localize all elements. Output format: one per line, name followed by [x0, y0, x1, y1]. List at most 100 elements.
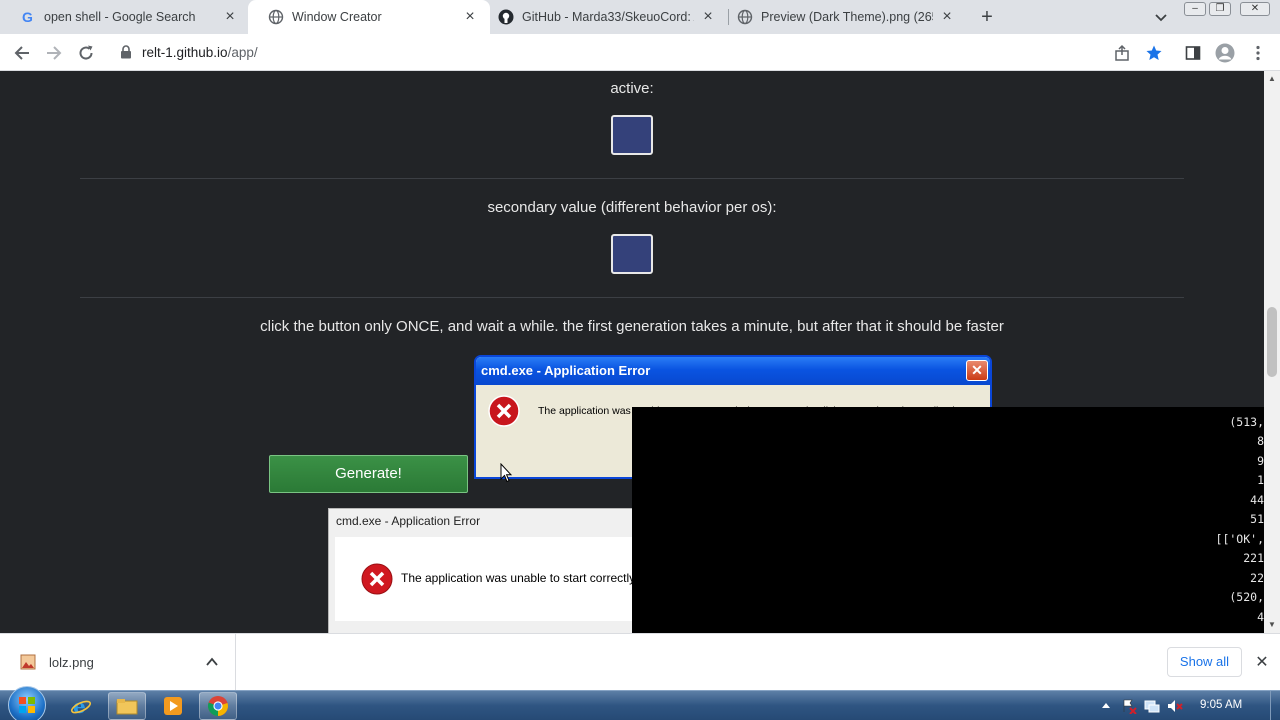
taskbar-explorer[interactable]	[108, 692, 146, 720]
google-icon: G	[20, 9, 36, 25]
bookmark-button[interactable]	[1142, 41, 1166, 65]
dialog-title: cmd.exe - Application Error	[481, 363, 651, 378]
active-label: active:	[610, 80, 654, 97]
tab-title: Preview (Dark Theme).png (2656	[761, 10, 933, 24]
close-icon: ✕	[1250, 3, 1260, 14]
active-color-picker[interactable]	[611, 115, 653, 155]
windows-logo-icon	[19, 697, 35, 713]
console-line: 4	[1257, 610, 1264, 624]
tab-google-search[interactable]: G open shell - Google Search ×	[0, 0, 250, 34]
side-panel-icon	[1185, 46, 1201, 60]
taskbar-media-player[interactable]	[154, 692, 192, 720]
tab-close-icon[interactable]: ×	[222, 9, 238, 25]
console-window: (513, 8 9 1 44 51 [['OK', 221 22 (520, 4	[632, 407, 1264, 633]
scroll-down-icon[interactable]: ▼	[1264, 617, 1280, 633]
image-file-icon	[20, 654, 36, 670]
tab-title: Window Creator	[292, 10, 382, 24]
console-line: 8	[1257, 434, 1264, 448]
new-tab-button[interactable]: +	[975, 6, 999, 28]
console-line: 1	[1257, 473, 1264, 487]
scrollbar-thumb[interactable]	[1267, 307, 1277, 377]
side-panel-button[interactable]	[1181, 41, 1205, 65]
windows-taskbar: e 9:05 AM	[0, 686, 1280, 720]
address-bar[interactable]: relt-1.github.io/app/	[108, 37, 1174, 67]
start-button[interactable]	[8, 686, 46, 720]
chrome-icon	[207, 696, 228, 717]
browser-toolbar: relt-1.github.io/app/	[0, 34, 1280, 71]
console-line: (520,	[1229, 590, 1264, 604]
profile-button[interactable]	[1213, 41, 1237, 65]
dialog-message: The application was unable to start corr…	[401, 571, 636, 585]
instructions-text: click the button only ONCE, and wait a w…	[260, 318, 1004, 335]
download-file-name: lolz.png	[49, 655, 94, 670]
back-button[interactable]	[10, 41, 34, 65]
taskbar-internet-explorer[interactable]: e	[62, 692, 100, 720]
forward-button[interactable]	[42, 41, 66, 65]
secondary-color-picker[interactable]	[611, 234, 653, 274]
folder-icon	[116, 699, 138, 715]
restore-button[interactable]: ❐	[1209, 2, 1231, 16]
menu-button[interactable]	[1246, 41, 1270, 65]
plus-icon: +	[981, 6, 993, 28]
dialog-titlebar[interactable]: cmd.exe - Application Error ✕	[476, 357, 990, 385]
action-center-icon[interactable]	[1121, 698, 1137, 714]
close-window-button[interactable]: ✕	[1240, 2, 1270, 16]
tab-github[interactable]: GitHub - Marda33/SkeuoCord: A ×	[478, 0, 728, 34]
console-line: [['OK',	[1215, 532, 1264, 546]
url-text: relt-1.github.io/app/	[142, 45, 258, 60]
console-line: 22	[1250, 571, 1264, 585]
console-line: 51	[1250, 512, 1264, 526]
dialog-close-button[interactable]: ✕	[966, 360, 988, 381]
download-item[interactable]: lolz.png	[0, 634, 236, 691]
close-icon: ✕	[1255, 654, 1269, 671]
console-line: 44	[1250, 493, 1264, 507]
console-line: (513,	[1229, 415, 1264, 429]
avatar-icon	[1215, 43, 1235, 63]
share-button[interactable]	[1110, 41, 1134, 65]
reload-button[interactable]	[74, 41, 98, 65]
kebab-menu-icon	[1256, 45, 1260, 61]
arrow-right-icon	[47, 46, 62, 60]
download-bar-close-button[interactable]: ✕	[1252, 653, 1272, 673]
download-bar: lolz.png Show all ✕	[0, 633, 1280, 691]
classic-error-dialog: cmd.exe - Application Error The applicat…	[328, 508, 639, 633]
network-icon[interactable]	[1144, 698, 1160, 714]
tab-close-icon[interactable]: ×	[462, 9, 478, 25]
arrow-left-icon	[14, 46, 29, 60]
volume-muted-icon[interactable]	[1167, 698, 1183, 714]
generate-button[interactable]: Generate!	[269, 455, 468, 493]
tab-title: GitHub - Marda33/SkeuoCord: A	[522, 10, 694, 24]
show-desktop-button[interactable]	[1270, 691, 1280, 720]
tab-close-icon[interactable]: ×	[939, 9, 955, 25]
divider	[80, 178, 1184, 179]
tab-window-creator[interactable]: Window Creator ×	[248, 0, 490, 34]
media-player-icon	[164, 697, 182, 715]
taskbar-chrome[interactable]	[199, 692, 237, 720]
globe-icon	[737, 9, 753, 25]
tab-search-button[interactable]	[1152, 8, 1170, 26]
tab-preview-png[interactable]: Preview (Dark Theme).png (2656 ×	[717, 0, 967, 34]
page-scrollbar[interactable]: ▲ ▼	[1264, 71, 1280, 633]
svg-text:G: G	[22, 9, 33, 25]
divider	[80, 297, 1184, 298]
mouse-cursor-icon	[500, 463, 512, 483]
secondary-value-label: secondary value (different behavior per …	[487, 199, 777, 216]
taskbar-clock[interactable]: 9:05 AM	[1200, 699, 1242, 711]
lock-icon	[121, 45, 131, 59]
show-all-button[interactable]: Show all	[1167, 647, 1242, 677]
url-path: /app/	[227, 45, 258, 60]
page-content: active: secondary value (different behav…	[0, 71, 1264, 633]
tab-title: open shell - Google Search	[44, 10, 196, 24]
tab-strip: G open shell - Google Search × Window Cr…	[0, 0, 1280, 34]
chevron-down-icon	[1155, 14, 1167, 22]
tab-close-icon[interactable]: ×	[700, 9, 716, 25]
dialog-title: cmd.exe - Application Error	[336, 514, 481, 528]
restore-icon: ❐	[1215, 3, 1225, 14]
chevron-up-icon[interactable]	[205, 655, 219, 669]
minimize-button[interactable]: –	[1184, 2, 1206, 16]
tray-expand-icon[interactable]	[1098, 698, 1114, 714]
system-tray	[1098, 697, 1183, 715]
error-icon	[488, 395, 520, 427]
close-icon: ✕	[971, 362, 983, 378]
scroll-up-icon[interactable]: ▲	[1264, 71, 1280, 87]
